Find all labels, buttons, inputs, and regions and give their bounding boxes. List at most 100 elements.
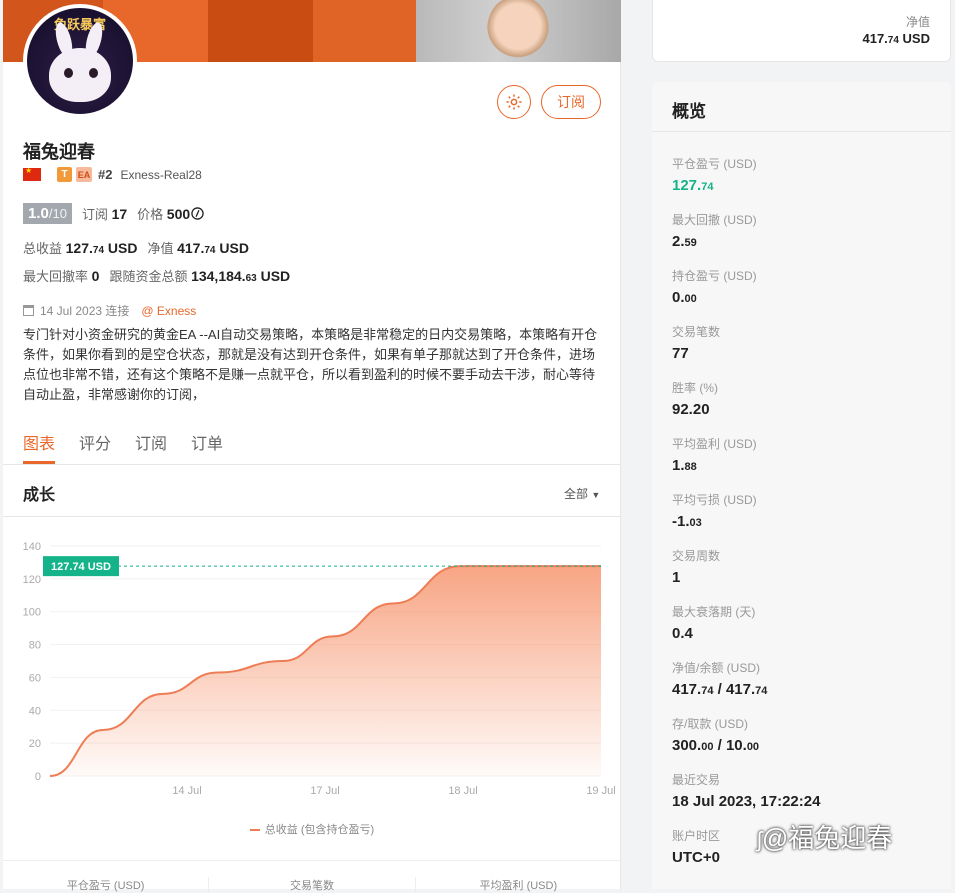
overview-item-value: UTC+0 bbox=[672, 849, 720, 866]
total-profit-label: 总收益 bbox=[23, 241, 63, 256]
broker-link[interactable]: @ Exness bbox=[141, 304, 196, 318]
overview-item-label: 胜率 (%) bbox=[672, 381, 718, 395]
overview-item: 最大衰落期 (天) 0.4 bbox=[672, 603, 755, 642]
growth-title: 成长 bbox=[23, 487, 56, 504]
tab-subscriptions[interactable]: 订阅 bbox=[135, 430, 167, 454]
overview-item: 最大回撤 (USD) 2.59 bbox=[672, 211, 757, 250]
overview-item-label: 账户时区 bbox=[672, 829, 721, 843]
follow-funds-value: 134,184.63 USD bbox=[191, 268, 291, 284]
overview-item-value: 0.4 bbox=[672, 625, 693, 642]
tab-bar: 图表 评分 订阅 订单 bbox=[23, 430, 223, 454]
signal-profile-panel: 兔跃暴富 订阅 福兔迎春 T EA #2 Exness-Real28 1.0/1… bbox=[3, 0, 621, 893]
y-tick-label: 120 bbox=[23, 574, 41, 586]
avatar-text: 兔跃暴富 bbox=[53, 17, 106, 32]
overview-item: 平均盈利 (USD) 1.88 bbox=[672, 435, 757, 474]
rank: #2 bbox=[98, 167, 113, 182]
overview-item: 交易周数 1 bbox=[672, 547, 720, 586]
overview-item: 净值/余额 (USD) 417.74 / 417.74 bbox=[672, 659, 767, 698]
drawdown-row: 最大回撤率 0 跟随资金总额 134,184.63 USD bbox=[23, 266, 290, 285]
y-tick-label: 40 bbox=[29, 705, 41, 717]
overview-panel: 概览 平仓盈亏 (USD) 127.74 最大回撤 (USD) 2.59 持仓盈亏 (U… bbox=[652, 82, 951, 889]
tab-orders[interactable]: 订单 bbox=[191, 430, 223, 454]
x-tick-label: 14 Jul bbox=[172, 785, 201, 797]
overview-item-label: 交易周数 bbox=[672, 549, 721, 563]
overview-item-value: 92.20 bbox=[672, 401, 710, 418]
range-dropdown[interactable]: 全部 ▼ bbox=[564, 485, 600, 502]
chart-legend: 总收益 (包含持仓盈亏) bbox=[3, 821, 621, 837]
subscribers-label: 订阅 bbox=[81, 207, 108, 222]
bottom-stat-closed-pl: 平仓盈亏 (USD) bbox=[3, 877, 210, 893]
overview-item-label: 平均亏损 (USD) bbox=[672, 493, 757, 507]
price-label: 价格 bbox=[137, 207, 164, 222]
overview-item-value: -1.03 bbox=[672, 513, 702, 530]
growth-area bbox=[50, 566, 601, 776]
last-value-label: 127.74 USD bbox=[51, 561, 111, 573]
currency-icon bbox=[191, 207, 204, 220]
bottom-stats: 平仓盈亏 (USD) 交易笔数 平均盈利 (USD) bbox=[3, 877, 621, 893]
caret-down-icon: ▼ bbox=[591, 490, 601, 500]
overview-item-label: 平仓盈亏 (USD) bbox=[672, 157, 757, 171]
signal-description: 专门针对小资金研究的黄金EA --AI自动交易策略，本策略是非常稳定的日内交易策… bbox=[23, 327, 598, 402]
signal-tags: T EA #2 Exness-Real28 bbox=[23, 166, 202, 182]
bottom-stat-avg-profit: 平均盈利 (USD) bbox=[479, 880, 558, 892]
subscribe-button[interactable]: 订阅 bbox=[541, 85, 601, 119]
overview-item: 存/取款 (USD) 300.00 / 10.00 bbox=[672, 715, 759, 754]
overview-item-label: 存/取款 (USD) bbox=[672, 717, 748, 731]
tag-ea-badge: EA bbox=[76, 167, 92, 182]
account-name: Exness-Real28 bbox=[120, 167, 202, 182]
price-value: 500 bbox=[166, 205, 191, 222]
y-tick-label: 140 bbox=[23, 541, 41, 553]
overview-item-label: 净值/余额 (USD) bbox=[672, 661, 760, 675]
equity-value: 417.74 USD bbox=[177, 240, 249, 256]
overview-title: 概览 bbox=[672, 102, 706, 121]
overview-item-value: 300.00 / 10.00 bbox=[672, 737, 760, 754]
x-tick-label: 18 Jul bbox=[448, 785, 477, 797]
overview-item-value: 1.88 bbox=[672, 457, 697, 474]
y-tick-label: 100 bbox=[23, 607, 41, 619]
overview-item-value: 77 bbox=[672, 345, 689, 362]
overview-item-value: 1 bbox=[672, 569, 681, 586]
tab-chart[interactable]: 图表 bbox=[23, 430, 55, 454]
overview-item-label: 持仓盈亏 (USD) bbox=[672, 269, 757, 283]
settings-button[interactable] bbox=[497, 85, 531, 119]
bottom-stat-trades: 交易笔数 bbox=[209, 877, 416, 893]
signal-name: 福兔迎春 bbox=[23, 142, 95, 162]
equity-label: 净值 bbox=[147, 241, 174, 256]
overview-item-value: 2.59 bbox=[672, 233, 697, 250]
overview-item-value: 127.74 bbox=[672, 177, 714, 194]
avatar: 兔跃暴富 bbox=[23, 4, 137, 118]
y-tick-label: 0 bbox=[35, 771, 41, 783]
legend-label: 总收益 (包含持仓盈亏) bbox=[264, 824, 375, 836]
overview-item: 胜率 (%) 92.20 bbox=[672, 379, 718, 418]
overview-item: 账户时区 UTC+0 bbox=[672, 827, 720, 866]
overview-item-value: 18 Jul 2023, 17:22:24 bbox=[672, 793, 821, 810]
drawdown-value: 0 bbox=[91, 268, 100, 284]
overview-item-value: 417.74 / 417.74 bbox=[672, 681, 768, 698]
overview-item: 平仓盈亏 (USD) 127.74 bbox=[672, 155, 757, 194]
drawdown-label: 最大回撤率 bbox=[23, 269, 89, 284]
connect-date: 14 Jul 2023 连接 bbox=[40, 304, 130, 318]
overview-item: 交易笔数 77 bbox=[672, 323, 720, 362]
watermark: ʃ@福兔迎春 bbox=[757, 823, 893, 853]
x-tick-label: 17 Jul bbox=[310, 785, 339, 797]
follow-funds-label: 跟随资金总额 bbox=[109, 269, 188, 284]
overview-item-label: 最大回撤 (USD) bbox=[672, 213, 757, 227]
y-tick-label: 20 bbox=[29, 738, 41, 750]
calendar-icon bbox=[23, 305, 34, 316]
rating-row: 1.0/10 订阅 17 价格 500 bbox=[23, 203, 204, 224]
subscribers-count: 17 bbox=[111, 205, 128, 222]
total-profit-value: 127.74 USD bbox=[65, 240, 138, 256]
overview-item-label: 平均盈利 (USD) bbox=[672, 437, 757, 451]
gear-icon bbox=[506, 94, 522, 110]
legend-swatch bbox=[249, 829, 260, 832]
tab-rating[interactable]: 评分 bbox=[79, 430, 111, 454]
score-badge: 1.0/10 bbox=[23, 203, 72, 224]
x-tick-label: 19 Jul bbox=[586, 785, 615, 797]
tag-t-badge: T bbox=[57, 167, 72, 182]
overview-item: 平均亏损 (USD) -1.03 bbox=[672, 491, 757, 530]
overview-item: 持仓盈亏 (USD) 0.00 bbox=[672, 267, 757, 306]
equity-card-value: 417.74 USD bbox=[862, 31, 930, 46]
overview-item-label: 最大衰落期 (天) bbox=[672, 605, 756, 619]
overview-item-value: 0.00 bbox=[672, 289, 697, 306]
equity-card: 净值 417.74 USD bbox=[652, 0, 951, 62]
